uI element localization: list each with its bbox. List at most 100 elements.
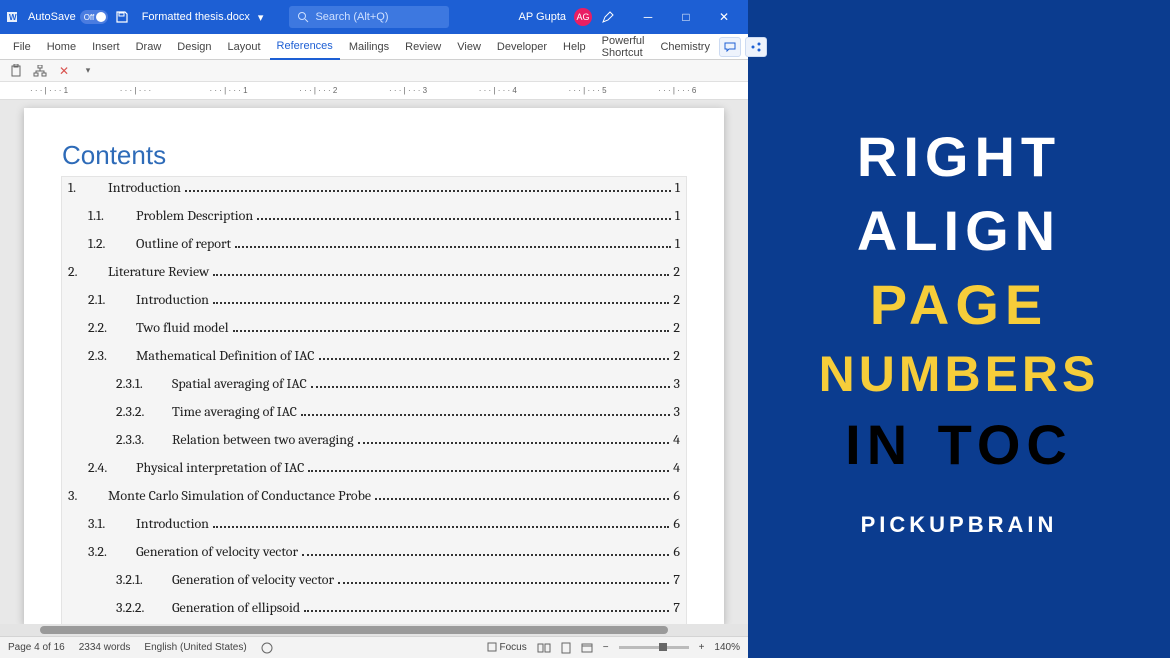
toc-text: Time averaging of IAC <box>172 403 297 420</box>
toc-page: 6 <box>673 515 680 532</box>
toc-entry[interactable]: 2.3.3.Relation between two averaging4 <box>64 431 684 459</box>
ribbon-tabs: FileHomeInsertDrawDesignLayoutReferences… <box>0 34 748 60</box>
ruler-mark: · · · | · · · 2 <box>299 86 389 95</box>
search-input[interactable] <box>315 11 441 23</box>
doc-dropdown-icon[interactable]: ▾ <box>258 11 264 24</box>
toc-entry[interactable]: 2.3.Mathematical Definition of IAC2 <box>64 347 684 375</box>
toc-entry[interactable]: 3.1.Introduction6 <box>64 515 684 543</box>
tab-home[interactable]: Home <box>40 34 83 60</box>
toc-text: Introduction <box>136 291 209 308</box>
promo-line4: NUMBERS <box>819 347 1100 402</box>
share-icon[interactable] <box>745 37 767 57</box>
ruler[interactable]: · · · | · · · 1 · · · | · · · · · · | · … <box>0 82 748 100</box>
tab-file[interactable]: File <box>6 34 38 60</box>
toc-leader <box>338 582 669 584</box>
doc-name[interactable]: Formatted thesis.docx <box>142 11 250 23</box>
toc-leader <box>257 218 671 220</box>
search-box[interactable] <box>289 6 449 28</box>
ruler-mark: · · · | · · · 6 <box>658 86 748 95</box>
word-count[interactable]: 2334 words <box>79 642 131 653</box>
toc-page: 4 <box>673 459 680 476</box>
pen-icon[interactable] <box>600 9 616 25</box>
promo-brand: PICKUPBRAIN <box>861 512 1058 538</box>
zoom-slider[interactable] <box>619 646 689 649</box>
tab-references[interactable]: References <box>270 34 340 60</box>
document-area[interactable]: Contents 1.Introduction11.1.Problem Desc… <box>0 100 748 624</box>
toc-entry[interactable]: 2.1.Introduction2 <box>64 291 684 319</box>
user-name[interactable]: AP Gupta <box>519 11 567 23</box>
chevron-down-icon[interactable]: ▾ <box>80 63 96 79</box>
toc-page: 2 <box>673 347 680 364</box>
toc-title[interactable]: Contents <box>62 140 686 171</box>
status-bar: Page 4 of 16 2334 words English (United … <box>0 636 748 658</box>
language-indicator[interactable]: English (United States) <box>144 642 246 653</box>
maximize-button[interactable]: □ <box>668 3 704 31</box>
toc-entry[interactable]: 2.3.2.Time averaging of IAC3 <box>64 403 684 431</box>
save-icon[interactable] <box>114 9 130 25</box>
toc-field[interactable]: 1.Introduction11.1.Problem Description11… <box>62 177 686 624</box>
ribbon-right-tools <box>719 37 767 57</box>
horizontal-scrollbar[interactable] <box>0 624 748 636</box>
zoom-in-button[interactable]: + <box>699 642 705 653</box>
toc-number: 1. <box>68 179 96 196</box>
toc-leader <box>358 442 670 444</box>
tab-draw[interactable]: Draw <box>129 34 169 60</box>
page-indicator[interactable]: Page 4 of 16 <box>8 642 65 653</box>
close-button[interactable]: ✕ <box>706 3 742 31</box>
word-application: W AutoSave Off Formatted thesis.docx ▾ A… <box>0 0 748 658</box>
clipboard-icon[interactable] <box>8 63 24 79</box>
tab-developer[interactable]: Developer <box>490 34 554 60</box>
quick-toolbar: ✕ ▾ <box>0 60 748 82</box>
accessibility-icon[interactable] <box>261 642 273 654</box>
read-mode-icon[interactable] <box>537 643 551 653</box>
toc-page: 3 <box>674 375 680 392</box>
tab-view[interactable]: View <box>450 34 488 60</box>
tab-mailings[interactable]: Mailings <box>342 34 396 60</box>
toc-number: 3.2. <box>88 543 124 560</box>
toc-entry[interactable]: 3.Monte Carlo Simulation of Conductance … <box>64 487 684 515</box>
toggle-knob <box>96 12 106 22</box>
minimize-button[interactable]: ─ <box>630 3 666 31</box>
tab-powerful-shortcut[interactable]: Powerful Shortcut <box>595 34 652 60</box>
toc-entry[interactable]: 2.3.1.Spatial averaging of IAC3 <box>64 375 684 403</box>
tab-layout[interactable]: Layout <box>221 34 268 60</box>
toc-leader <box>213 526 669 528</box>
scrollbar-thumb[interactable] <box>40 626 668 634</box>
tab-review[interactable]: Review <box>398 34 448 60</box>
focus-button[interactable]: Focus <box>487 642 527 653</box>
zoom-out-button[interactable]: − <box>603 642 609 653</box>
toc-entry[interactable]: 2.Literature Review2 <box>64 263 684 291</box>
search-icon <box>297 11 309 23</box>
tab-help[interactable]: Help <box>556 34 593 60</box>
comments-icon[interactable] <box>719 37 741 57</box>
svg-text:W: W <box>9 13 17 22</box>
toc-entry[interactable]: 2.4.Physical interpretation of IAC4 <box>64 459 684 487</box>
toc-text: Introduction <box>136 515 209 532</box>
autosave-switch[interactable]: Off <box>80 10 108 24</box>
toc-entry[interactable]: 3.2.Generation of velocity vector6 <box>64 543 684 571</box>
print-layout-icon[interactable] <box>561 642 571 654</box>
toc-entry[interactable]: 3.2.1.Generation of velocity vector7 <box>64 571 684 599</box>
document-page[interactable]: Contents 1.Introduction11.1.Problem Desc… <box>24 108 724 624</box>
tab-chemistry[interactable]: Chemistry <box>653 34 717 60</box>
promo-line1: RIGHT <box>857 126 1061 188</box>
clear-icon[interactable]: ✕ <box>56 63 72 79</box>
hierarchy-icon[interactable] <box>32 63 48 79</box>
toc-number: 1.1. <box>88 207 124 224</box>
avatar[interactable]: AG <box>574 8 592 26</box>
toc-entry[interactable]: 3.2.2.Generation of ellipsoid7 <box>64 599 684 624</box>
toc-entry[interactable]: 1.Introduction1 <box>64 179 684 207</box>
tab-insert[interactable]: Insert <box>85 34 127 60</box>
toc-entry[interactable]: 1.1.Problem Description1 <box>64 207 684 235</box>
web-layout-icon[interactable] <box>581 643 593 653</box>
autosave-toggle[interactable]: AutoSave Off <box>28 10 108 24</box>
tab-design[interactable]: Design <box>170 34 218 60</box>
titlebar: W AutoSave Off Formatted thesis.docx ▾ A… <box>0 0 748 34</box>
toc-entry[interactable]: 2.2.Two fluid model2 <box>64 319 684 347</box>
zoom-level[interactable]: 140% <box>714 642 740 653</box>
zoom-thumb[interactable] <box>659 643 667 651</box>
toc-page: 6 <box>673 487 680 504</box>
toc-text: Spatial averaging of IAC <box>172 375 307 392</box>
toc-entry[interactable]: 1.2.Outline of report1 <box>64 235 684 263</box>
toc-number: 2.2. <box>88 319 124 336</box>
